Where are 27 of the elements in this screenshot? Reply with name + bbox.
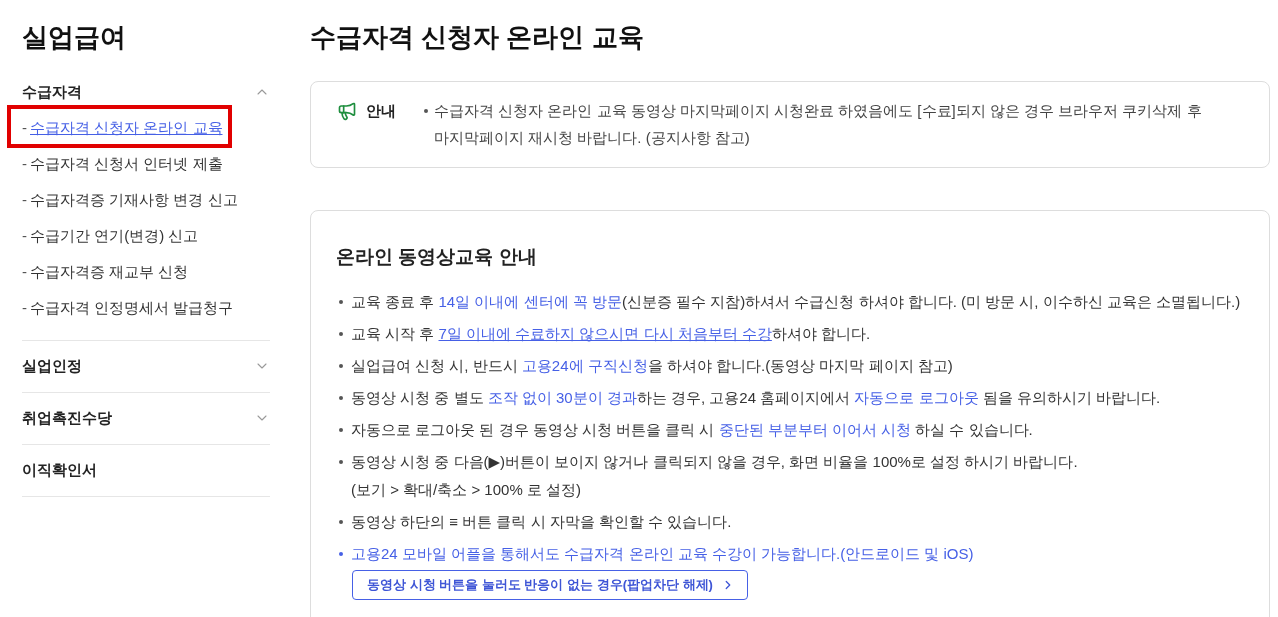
section-link[interactable]: 이직확인서 [22,452,97,488]
sidebar-link[interactable]: - 수급자격증 재교부 신청 [22,261,189,283]
guide-text: 동영상 시청 중 다음(▶)버튼이 보이지 않거나 클릭되지 않을 경우, 화면 비율을 100%로 설정 하시기 바랍니다. [351,452,1078,472]
guide-note: (보기 > 확대/축소 > 100% 로 설정) [351,480,582,500]
notice-label: 안내 [366,101,396,121]
guide-text: 교육 시작 후 7일 이내에 수료하지 않으시면 다시 처음부터 수강하셔야 합니다. [351,324,871,344]
sidebar-link[interactable]: - 수급자격 신청서 인터넷 제출 [22,153,223,175]
guide-text: 동영상 시청 중 별도 조작 없이 30분이 경과하는 경우, 고용24 홈페이지에서 자동으로 로그아웃 됨을 유의하시기 바랍니다. [351,388,1161,408]
sidebar-link[interactable]: - 수급기간 연기(변경) 신고 [22,225,199,247]
bullet-icon [424,109,428,113]
sidebar-link[interactable]: - 수급자격 신청자 온라인 교육 [22,117,223,139]
guide-text: 자동으로 로그아웃 된 경우 동영상 시청 버튼을 클릭 시 중단된 부분부터 이어서 시청 하실 수 있습니다. [351,420,1033,440]
guide-text: 교육 종료 후 14일 이내에 센터에 꼭 방문(신분증 필수 지참)하셔서 수급신청 하셔야 합니다. (미 방문 시, 이수하신 교육은 소멸됩니다.) [351,292,1241,312]
page-title: 수급자격 신청자 온라인 교육 [310,21,644,54]
sidebar-link[interactable]: - 수급자격증 기재사항 변경 신고 [22,189,238,211]
sidebar-link[interactable]: - 수급자격 인정명세서 발급청구 [22,297,234,319]
guide-text: 고용24 모바일 어플을 통해서도 수급자격 온라인 교육 수강이 가능합니다.(안드로이드 및 iOS) [351,544,974,564]
guide-heading: 온라인 동영상교육 안내 [336,246,537,268]
popup-help-button[interactable]: 동영상 시청 버튼을 눌러도 반응이 없는 경우(팝업차단 해제) [352,570,748,600]
guide-text: 실업급여 신청 시, 반드시 고용24에 구직신청을 하셔야 합니다.(동영상 마지막 페이지 참고) [351,356,953,376]
guide-text: 동영상 하단의 ≡ 버튼 클릭 시 자막을 확인할 수 있습니다. [351,512,732,532]
sidebar-title: 실업급여 [22,21,126,54]
megaphone-icon [337,100,357,121]
notice-text: 수급자격 신청자 온라인 교육 동영상 마지막페이지 시청완료 하였음에도 [수료]되지 않은 경우 브라우저 쿠키삭제 후 마지막페이지 재시청 바랍니다. (공지사항 참고) [434,101,1203,148]
section-toggle[interactable]: 실업인정 [22,348,270,384]
section-toggle[interactable]: 수급자격 [22,74,270,110]
section-toggle[interactable]: 취업촉진수당 [22,400,270,436]
